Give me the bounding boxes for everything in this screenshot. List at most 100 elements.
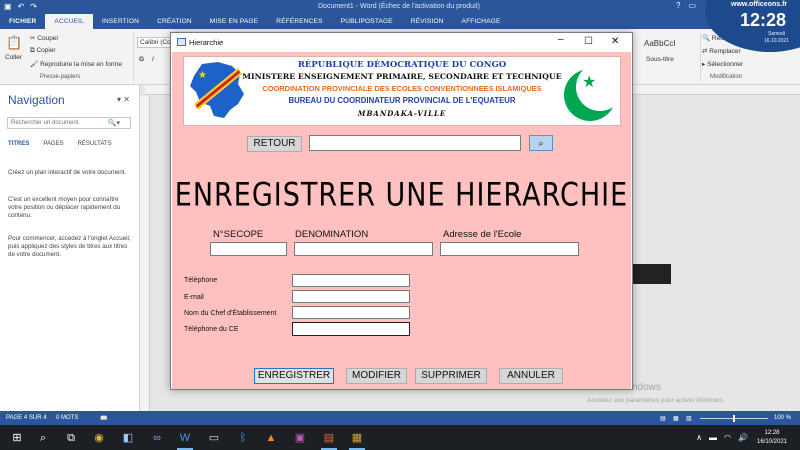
style-name: Sous-titre	[646, 56, 674, 63]
winrar-icon[interactable]: ▣	[293, 431, 307, 445]
bluetooth-icon[interactable]: ᛒ	[236, 431, 250, 445]
font-name-box[interactable]: Calibri (Co	[137, 37, 171, 48]
word-window-controls: ? ▭	[676, 1, 696, 10]
head-name-input[interactable]	[292, 306, 410, 319]
tab-revision[interactable]: RÉVISION	[402, 14, 453, 29]
dialog-app-icon[interactable]: ▦	[350, 431, 364, 445]
task-view-icon[interactable]: ⧉	[64, 431, 78, 445]
chevron-up-icon[interactable]: ∧	[696, 433, 702, 442]
quick-access-toolbar: ▣ ↶ ↷	[4, 2, 37, 11]
terminal-icon[interactable]: ▭	[207, 431, 221, 445]
minimize-icon[interactable]: –	[558, 34, 564, 45]
tab-fichier[interactable]: FICHIER	[0, 14, 46, 29]
link-app-icon[interactable]: ∞	[150, 431, 164, 445]
school-address-input[interactable]	[440, 242, 579, 256]
tab-insertion[interactable]: INSERTION	[93, 14, 148, 29]
supprimer-button[interactable]: SUPPRIMER	[415, 368, 487, 384]
search-input[interactable]	[309, 135, 521, 151]
paste-icon[interactable]: 📋	[6, 35, 22, 51]
close-icon[interactable]: ✕	[611, 36, 619, 47]
header-banner: ★ ★ RÉPUBLIQUE DÉMOCRATIQUE DU CONGO MIN…	[183, 56, 621, 126]
search-icon[interactable]: ⌕	[36, 431, 50, 445]
copy-button[interactable]: ⧉ Copier	[30, 47, 56, 55]
navigation-search-input[interactable]: Rechercher un document 🔍▾	[7, 117, 131, 129]
tab-publipostage[interactable]: PUBLIPOSTAGE	[332, 14, 402, 29]
nav-tab-resultats[interactable]: RÉSULTATS	[78, 141, 112, 147]
box-app-icon[interactable]: ◧	[121, 431, 135, 445]
enregistrer-button[interactable]: ENREGISTRER	[254, 368, 334, 384]
window-app-icon	[177, 38, 186, 46]
clipboard-group-label: Presse-papiers	[40, 74, 81, 80]
denomination-input[interactable]	[294, 242, 433, 256]
windows-start-icon[interactable]: ⊞	[10, 431, 24, 445]
navigation-pane: Navigation ▾ ✕ Rechercher un document 🔍▾…	[0, 85, 140, 411]
zoom-level[interactable]: 100 %	[774, 415, 791, 421]
word-icon[interactable]: W	[178, 431, 192, 445]
navigation-title: Navigation	[8, 93, 65, 107]
banner-line-bureau: BUREAU DU COORDINATEUR PROVINCIAL DE L'E…	[288, 96, 516, 105]
italic-button[interactable]: I	[152, 56, 154, 63]
search-button[interactable]: ⌕	[529, 135, 553, 151]
activate-windows-subtitle: Accédez aux paramètres pour activer Wind…	[587, 397, 725, 404]
proofing-icon[interactable]: 📖	[100, 415, 107, 422]
phone-input[interactable]	[292, 274, 410, 287]
word-status-bar: PAGE 4 SUR 4 0 MOTS 📖 ▤ ▦ ▥ 100 %	[0, 411, 800, 425]
nav-tab-titres[interactable]: TITRES	[8, 141, 29, 147]
help-icon[interactable]: ?	[676, 1, 680, 10]
cut-button[interactable]: ✂ Couper	[30, 34, 59, 42]
hierarchie-dialog: Hierarchie – ☐ ✕ ★ ★ RÉPUBLIQUE DÉMOCRAT…	[170, 32, 633, 390]
redo-icon[interactable]: ↷	[30, 2, 37, 11]
retour-button[interactable]: RETOUR	[247, 136, 302, 152]
print-layout-icon[interactable]: ▦	[673, 415, 679, 422]
paste-button[interactable]: Coller	[5, 54, 22, 61]
chrome-icon[interactable]: ◉	[92, 431, 106, 445]
maximize-icon[interactable]: ☐	[584, 36, 593, 47]
head-name-label: Nom du Chef d'Établissement	[184, 310, 277, 317]
volume-icon[interactable]: 🔊	[738, 433, 748, 442]
network-icon[interactable]: ▬	[709, 433, 717, 442]
annuler-button[interactable]: ANNULER	[499, 368, 563, 384]
web-layout-icon[interactable]: ▥	[686, 415, 692, 422]
select-button[interactable]: ▸ Sélectionner	[702, 60, 743, 68]
read-mode-icon[interactable]: ▤	[660, 415, 666, 422]
dialog-titlebar[interactable]: Hierarchie – ☐ ✕	[171, 33, 632, 52]
style-preview[interactable]: AaBbCcI	[644, 39, 676, 48]
modifier-button[interactable]: MODIFIER	[346, 368, 407, 384]
wifi-icon[interactable]: ◠	[724, 433, 731, 442]
format-painter-button[interactable]: 🖌 Reproduire la mise en forme	[30, 60, 122, 68]
dialog-client-area: ★ ★ RÉPUBLIQUE DÉMOCRATIQUE DU CONGO MIN…	[172, 52, 631, 389]
vlc-icon[interactable]: ▲	[264, 431, 278, 445]
search-icon[interactable]: 🔍▾	[108, 119, 120, 127]
zoom-slider-thumb[interactable]	[733, 415, 735, 422]
tab-accueil[interactable]: ACCUEIL	[45, 14, 93, 29]
replace-button[interactable]: ⇄ Remplacer	[702, 47, 741, 55]
secope-input[interactable]	[210, 242, 287, 256]
app-window-icon[interactable]: ▤	[322, 431, 336, 445]
email-input[interactable]	[292, 290, 410, 303]
taskbar: ⊞ ⌕ ⧉ ◉ ◧ ∞ W ▭ ᛒ ▲ ▣ ▤ ▦ ∧ ▬ ◠ 🔊 12:28 …	[0, 425, 800, 450]
word-count[interactable]: 0 MOTS	[56, 415, 78, 421]
taskbar-date[interactable]: 16/10/2021	[752, 439, 792, 445]
navigation-help-text: Créez un plan interactif de votre docume…	[8, 169, 127, 176]
tab-affichage[interactable]: AFFICHAGE	[453, 14, 510, 29]
nav-tab-pages[interactable]: PAGES	[43, 141, 63, 147]
head-phone-input[interactable]	[292, 322, 410, 336]
tab-mise-en-page[interactable]: MISE EN PAGE	[201, 14, 268, 29]
ribbon-display-icon[interactable]: ▭	[688, 1, 696, 10]
secope-label: N°SECOPE	[213, 229, 264, 240]
close-icon[interactable]: ▾ ✕	[117, 95, 130, 104]
tab-references[interactable]: RÉFÉRENCES	[267, 14, 331, 29]
editing-group-label: Modification	[710, 74, 743, 80]
page-count[interactable]: PAGE 4 SUR 4	[6, 415, 47, 421]
dialog-title: Hierarchie	[189, 38, 224, 47]
bold-button[interactable]: G	[139, 56, 144, 63]
undo-icon[interactable]: ↶	[18, 2, 25, 11]
banner-line-ministry: MINISTERE ENSEIGNEMENT PRIMAIRE, SECONDA…	[242, 72, 562, 81]
form-title: ENREGISTRER UNE HIERARCHIE	[174, 177, 629, 214]
tab-creation[interactable]: CRÉATION	[148, 14, 201, 29]
word-titlebar: ▣ ↶ ↷ Document1 - Word (Échec de l'activ…	[0, 0, 800, 14]
taskbar-time[interactable]: 12:28	[752, 430, 792, 436]
denomination-label: DENOMINATION	[295, 229, 369, 240]
navigation-help-text: C'est un excellent moyen pour connaître …	[8, 196, 121, 219]
save-icon[interactable]: ▣	[4, 2, 12, 11]
